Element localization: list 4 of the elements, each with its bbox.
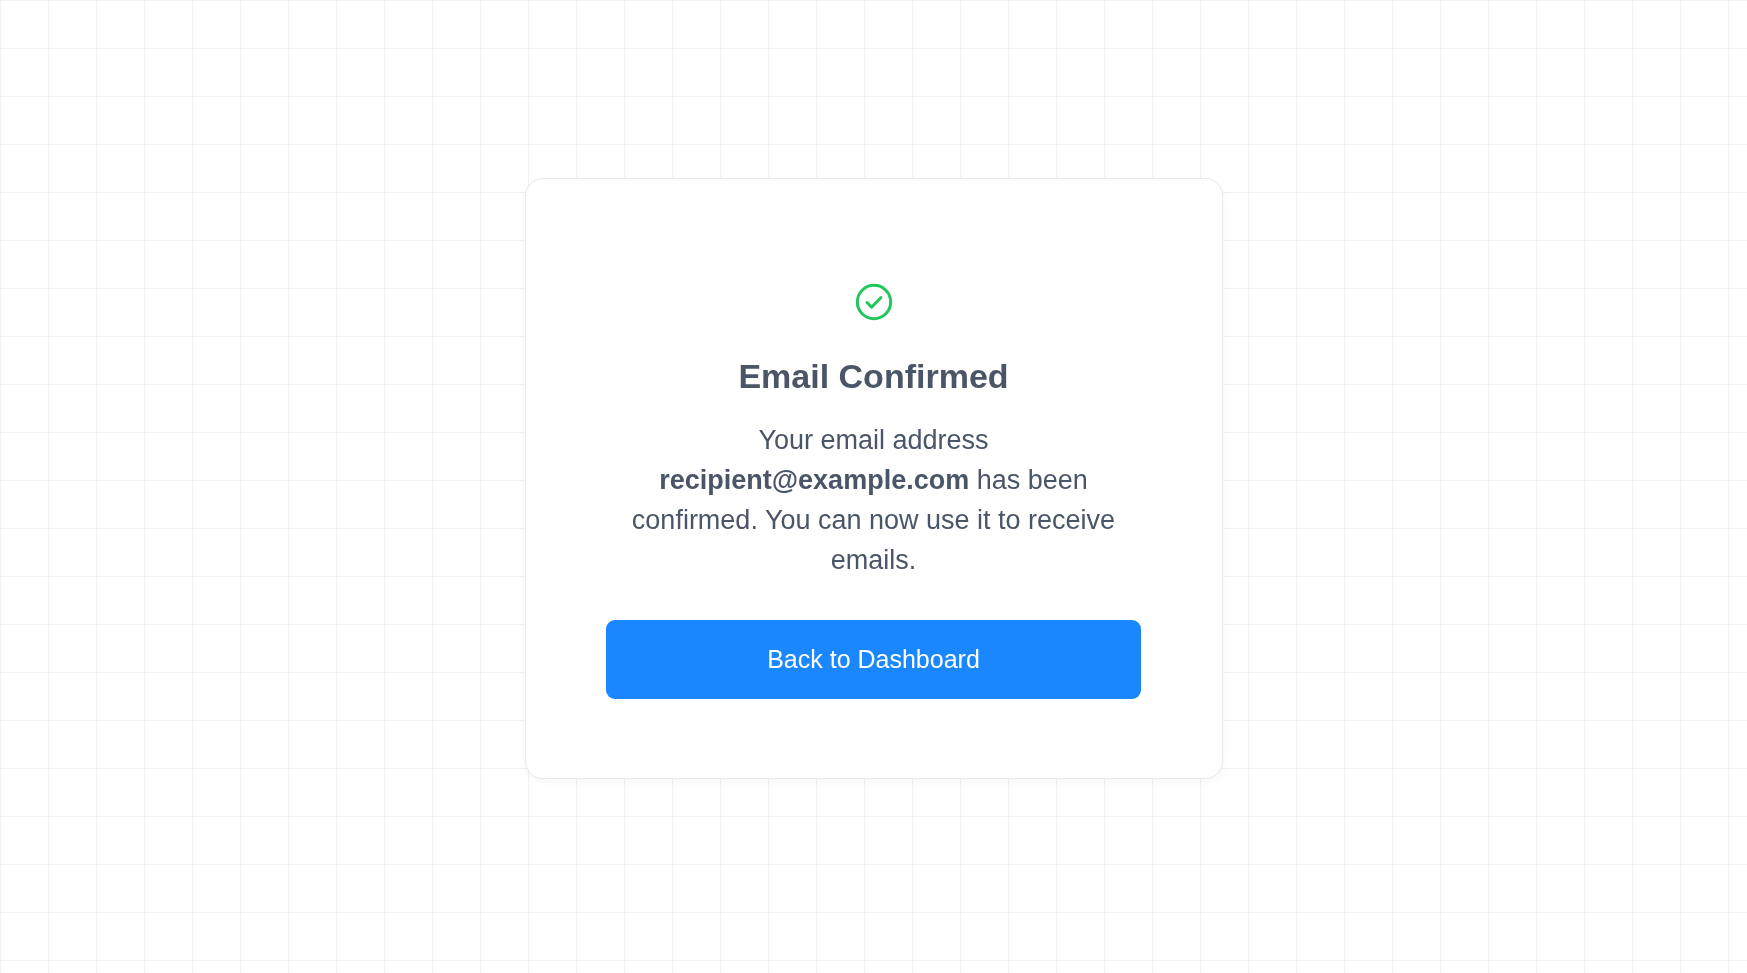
check-circle-icon — [853, 282, 894, 322]
confirmation-message: Your email address recipient@example.com has been confirmed. You can now use it to receive emails. — [630, 423, 1117, 577]
back-to-dashboard-button[interactable]: Back to Dashboard — [606, 619, 1141, 699]
card-title: Email Confirmed — [738, 356, 1009, 397]
